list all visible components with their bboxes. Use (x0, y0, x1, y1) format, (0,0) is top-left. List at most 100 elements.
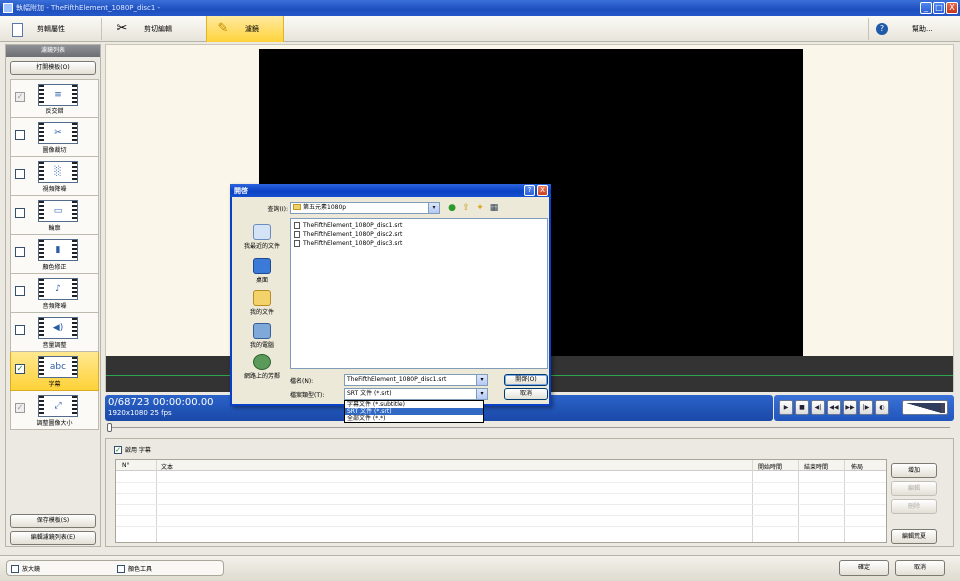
timecode: 0/68723 00:00:00.00 (108, 397, 214, 408)
filetype-option[interactable]: 全部文件 (*.*) (345, 415, 483, 422)
look-in-value: 第五元素1080p (303, 204, 347, 211)
filter-checkbox[interactable]: ✓ (15, 92, 25, 102)
save-template-button[interactable]: 保存模板(S) (10, 514, 96, 528)
filmstrip-icon: ≡ (38, 84, 78, 106)
view-menu-icon[interactable]: ▦ (488, 202, 500, 214)
filmstrip-icon: ⤢ (38, 395, 78, 417)
filter-checkbox[interactable]: ✓ (15, 403, 25, 413)
minimize-button[interactable]: _ (920, 2, 932, 14)
folder-icon (293, 204, 301, 210)
speaker-icon[interactable]: ◐ (875, 400, 889, 415)
chevron-down-icon[interactable]: ▾ (476, 375, 487, 385)
filter-item[interactable]: ♪ 音頻降噪 (10, 274, 99, 313)
filter-checkbox[interactable] (15, 169, 25, 179)
filter-checkbox[interactable] (15, 130, 25, 140)
project-props-button[interactable]: 剪輯屬性 (4, 16, 98, 42)
filter-checkbox[interactable] (15, 286, 25, 296)
file-item[interactable]: TheFifthElement_1080P_disc1.srt (294, 222, 402, 229)
filter-item[interactable]: ✓ ≡ 反交錯 (10, 79, 99, 118)
file-list[interactable]: TheFifthElement_1080P_disc1.srt TheFifth… (290, 218, 548, 369)
maximize-button[interactable]: □ (933, 2, 945, 14)
dialog-help-button[interactable]: ? (524, 185, 535, 196)
magnifier-label: 放大鏡 (22, 566, 41, 573)
place-desktop[interactable]: 桌面 (236, 258, 288, 284)
dialog-cancel-button[interactable]: 取消 (504, 388, 548, 400)
dialog-close-button[interactable]: X (537, 185, 548, 196)
open-button[interactable]: 開啓(O) (504, 374, 548, 386)
filter-label: 反交錯 (45, 108, 64, 115)
chevron-down-icon[interactable]: ▾ (428, 203, 439, 213)
look-in-select[interactable]: 第五元素1080p ▾ (290, 202, 440, 214)
my-documents-icon (253, 290, 271, 306)
stop-button[interactable]: ■ (795, 400, 809, 415)
filter-item[interactable]: ░ 視頻降噪 (10, 157, 99, 196)
clip-editor-button[interactable]: ✂ 剪切編輯 (106, 16, 200, 42)
filter-label: 音頻降噪 (42, 303, 67, 310)
cancel-button[interactable]: 取消 (895, 560, 945, 576)
back-icon[interactable]: ● (446, 202, 458, 214)
filter-item[interactable]: ✓ abc 字幕 (10, 352, 99, 391)
ok-button[interactable]: 確定 (839, 560, 889, 576)
filter-item[interactable]: ✓ ⤢ 調整圖像大小 (10, 391, 99, 430)
scissors-icon: ✂ (116, 21, 128, 36)
filter-checkbox[interactable] (15, 247, 25, 257)
help-button[interactable]: ? 幫助... (872, 16, 956, 42)
filetype-option-selected[interactable]: SRT 文件 (*.srt) (345, 408, 483, 415)
color-tool-label: 顏色工具 (128, 566, 153, 573)
desktop-icon (253, 258, 271, 274)
volume-slider[interactable] (902, 400, 948, 415)
fast-forward-button[interactable]: ▶▶ (843, 400, 857, 415)
play-button[interactable]: ▶ (779, 400, 793, 415)
rewind-button[interactable]: ◀◀ (827, 400, 841, 415)
file-item[interactable]: TheFifthElement_1080P_disc3.srt (294, 240, 402, 247)
place-network[interactable]: 網路上的芳鄰 (236, 354, 288, 380)
close-button[interactable]: X (946, 2, 958, 14)
place-desktop-label: 桌面 (255, 277, 268, 284)
delete-subtitle-button[interactable]: 刪除 (891, 499, 937, 514)
place-recent-label: 我最近的文件 (243, 243, 280, 250)
filter-label: 音量調整 (42, 342, 67, 349)
position-slider[interactable] (107, 423, 952, 432)
open-template-button[interactable]: 打開模板(O) (10, 61, 96, 75)
text-file-icon (294, 222, 300, 229)
my-computer-icon (253, 323, 271, 339)
subtitle-table[interactable]: N° 文本 開始時間 結束時間 佈局 (115, 459, 887, 543)
prev-frame-button[interactable]: ◀| (811, 400, 825, 415)
filter-checkbox[interactable]: ✓ (15, 364, 25, 374)
filters-tab-button[interactable]: ✎ 濾鏡 (206, 16, 284, 42)
text-file-icon (294, 240, 300, 247)
new-folder-icon[interactable]: ✦ (474, 202, 486, 214)
enable-subtitles-checkbox[interactable]: ✓ 啟用 字幕 (114, 445, 151, 454)
add-subtitle-button[interactable]: 增加 (891, 463, 937, 478)
next-frame-button[interactable]: |▶ (859, 400, 873, 415)
position-slider-thumb[interactable] (107, 423, 112, 432)
filter-item[interactable]: ✂ 圖像裁切 (10, 118, 99, 157)
place-computer[interactable]: 我的電腦 (236, 323, 288, 349)
place-documents-label: 我的文件 (249, 309, 274, 316)
enable-subtitles-check[interactable]: ✓ (114, 445, 122, 454)
edit-filter-list-button[interactable]: 編輯濾鏡列表(E) (10, 531, 96, 545)
filmstrip-icon: ♪ (38, 278, 78, 300)
filetype-option[interactable]: 字幕文件 (*.subtitle) (345, 401, 483, 408)
place-documents[interactable]: 我的文件 (236, 290, 288, 316)
filter-item[interactable]: ◀) 音量調整 (10, 313, 99, 352)
edit-subtitle-button[interactable]: 編輯 (891, 481, 937, 496)
filename-input[interactable]: TheFifthElement_1080P_disc1.srt ▾ (344, 374, 488, 386)
filetype-dropdown[interactable]: 字幕文件 (*.subtitle) SRT 文件 (*.srt) 全部文件 (*… (344, 400, 484, 423)
filter-item[interactable]: ▮ 顏色修正 (10, 235, 99, 274)
file-name: TheFifthElement_1080P_disc2.srt (303, 231, 403, 238)
chevron-down-icon[interactable]: ▾ (476, 389, 487, 399)
edit-style-button[interactable]: 編輯荒夏 (891, 529, 937, 544)
filter-checkbox[interactable] (15, 208, 25, 218)
subtitle-settings-panel: ✓ 啟用 字幕 N° 文本 開始時間 結束時間 佈局 增加 編輯 刪除 編輯荒夏 (105, 438, 954, 547)
place-recent[interactable]: 我最近的文件 (236, 224, 288, 250)
filter-checkbox[interactable] (15, 325, 25, 335)
filter-pencil-icon: ✎ (217, 21, 229, 36)
filetype-select[interactable]: SRT 文件 (*.srt) ▾ (344, 388, 488, 400)
places-bar: 我最近的文件 桌面 我的文件 我的電腦 網路上的芳鄰 (236, 218, 288, 380)
up-folder-icon[interactable]: ⇧ (460, 202, 472, 214)
magnifier-checkbox[interactable]: 放大鏡 (11, 564, 40, 573)
file-item[interactable]: TheFifthElement_1080P_disc2.srt (294, 231, 402, 238)
filter-item[interactable]: ▭ 輪廓 (10, 196, 99, 235)
color-tool-checkbox[interactable]: 顏色工具 (117, 564, 152, 573)
